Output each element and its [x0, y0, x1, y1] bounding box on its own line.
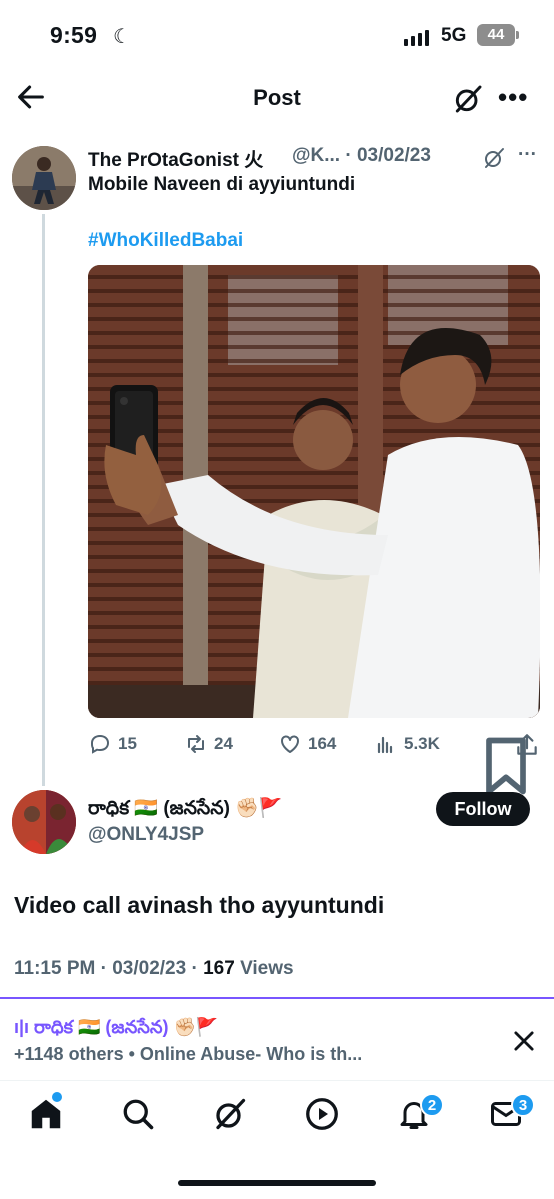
share-icon[interactable]	[514, 732, 540, 758]
reply-author-name[interactable]: రాధిక 🇮🇳 (జనసేన) ✊🏻🚩	[88, 796, 283, 824]
heart-icon	[281, 735, 299, 753]
cellular-signal-icon	[404, 30, 429, 46]
search-icon[interactable]	[120, 1096, 156, 1132]
like-button[interactable]: 164	[278, 732, 336, 756]
repost-count: 24	[214, 734, 233, 753]
author-name[interactable]: The PrOtaGonist 火	[88, 145, 263, 172]
home-notification-dot	[52, 1092, 62, 1102]
tweet-text: Mobile Naveen di ayyiuntundi	[88, 174, 356, 195]
repost-button[interactable]: 24	[184, 732, 233, 756]
nav-separator	[0, 1080, 554, 1081]
post-meta: 11:15 PM · 03/02/23 · 167 Views	[14, 958, 294, 979]
notifications-badge: 2	[420, 1093, 444, 1117]
like-count: 164	[308, 734, 337, 753]
home-indicator	[178, 1180, 376, 1186]
reply-button[interactable]: 15	[88, 732, 137, 756]
spaces-host[interactable]: ı|ı రాధిక 🇮🇳 (జనసేన) ✊🏻🚩	[14, 1017, 218, 1042]
thread-line	[42, 214, 45, 786]
reply-text: Video call avinash tho ayyuntundi	[14, 892, 385, 918]
focus-moon-icon: ☾	[113, 26, 131, 48]
more-options-icon[interactable]: ···	[518, 144, 537, 166]
post-time: 11:15 PM	[14, 958, 96, 979]
reply-icon	[90, 734, 110, 754]
reply-count: 15	[118, 734, 137, 753]
status-time: 9:59	[50, 22, 98, 48]
tweet-actions: 15 24 164 5.3K	[88, 732, 540, 795]
avatar[interactable]	[12, 146, 76, 210]
tweet-photo[interactable]	[88, 265, 540, 718]
spaces-title[interactable]: +1148 others • Online Abuse- Who is th..…	[14, 1044, 362, 1065]
hashtag-link[interactable]: #WhoKilledBabai	[88, 230, 243, 252]
network-type: 5G	[441, 25, 467, 46]
repost-icon	[188, 735, 204, 753]
more-options-icon[interactable]: •••	[498, 82, 528, 113]
author-handle-date: @K... · 03/02/23	[292, 145, 431, 166]
grok-icon[interactable]	[452, 83, 484, 115]
views-count: 167	[203, 958, 235, 979]
grok-icon[interactable]	[212, 1096, 248, 1132]
battery-icon: 44	[477, 24, 519, 46]
video-play-icon[interactable]	[304, 1096, 340, 1132]
post-date: 03/02/23	[112, 958, 187, 979]
view-count: 5.3K	[404, 734, 440, 753]
grok-icon[interactable]	[482, 146, 506, 170]
reply-author-handle[interactable]: @ONLY4JSP	[88, 824, 204, 846]
views-label: Views	[240, 958, 294, 979]
views-button[interactable]: 5.3K	[374, 732, 440, 756]
follow-button[interactable]: Follow	[436, 792, 530, 826]
avatar[interactable]	[12, 790, 76, 854]
analytics-icon	[377, 736, 393, 754]
messages-badge: 3	[511, 1093, 535, 1117]
spaces-divider	[0, 997, 554, 999]
close-icon[interactable]	[510, 1027, 538, 1055]
